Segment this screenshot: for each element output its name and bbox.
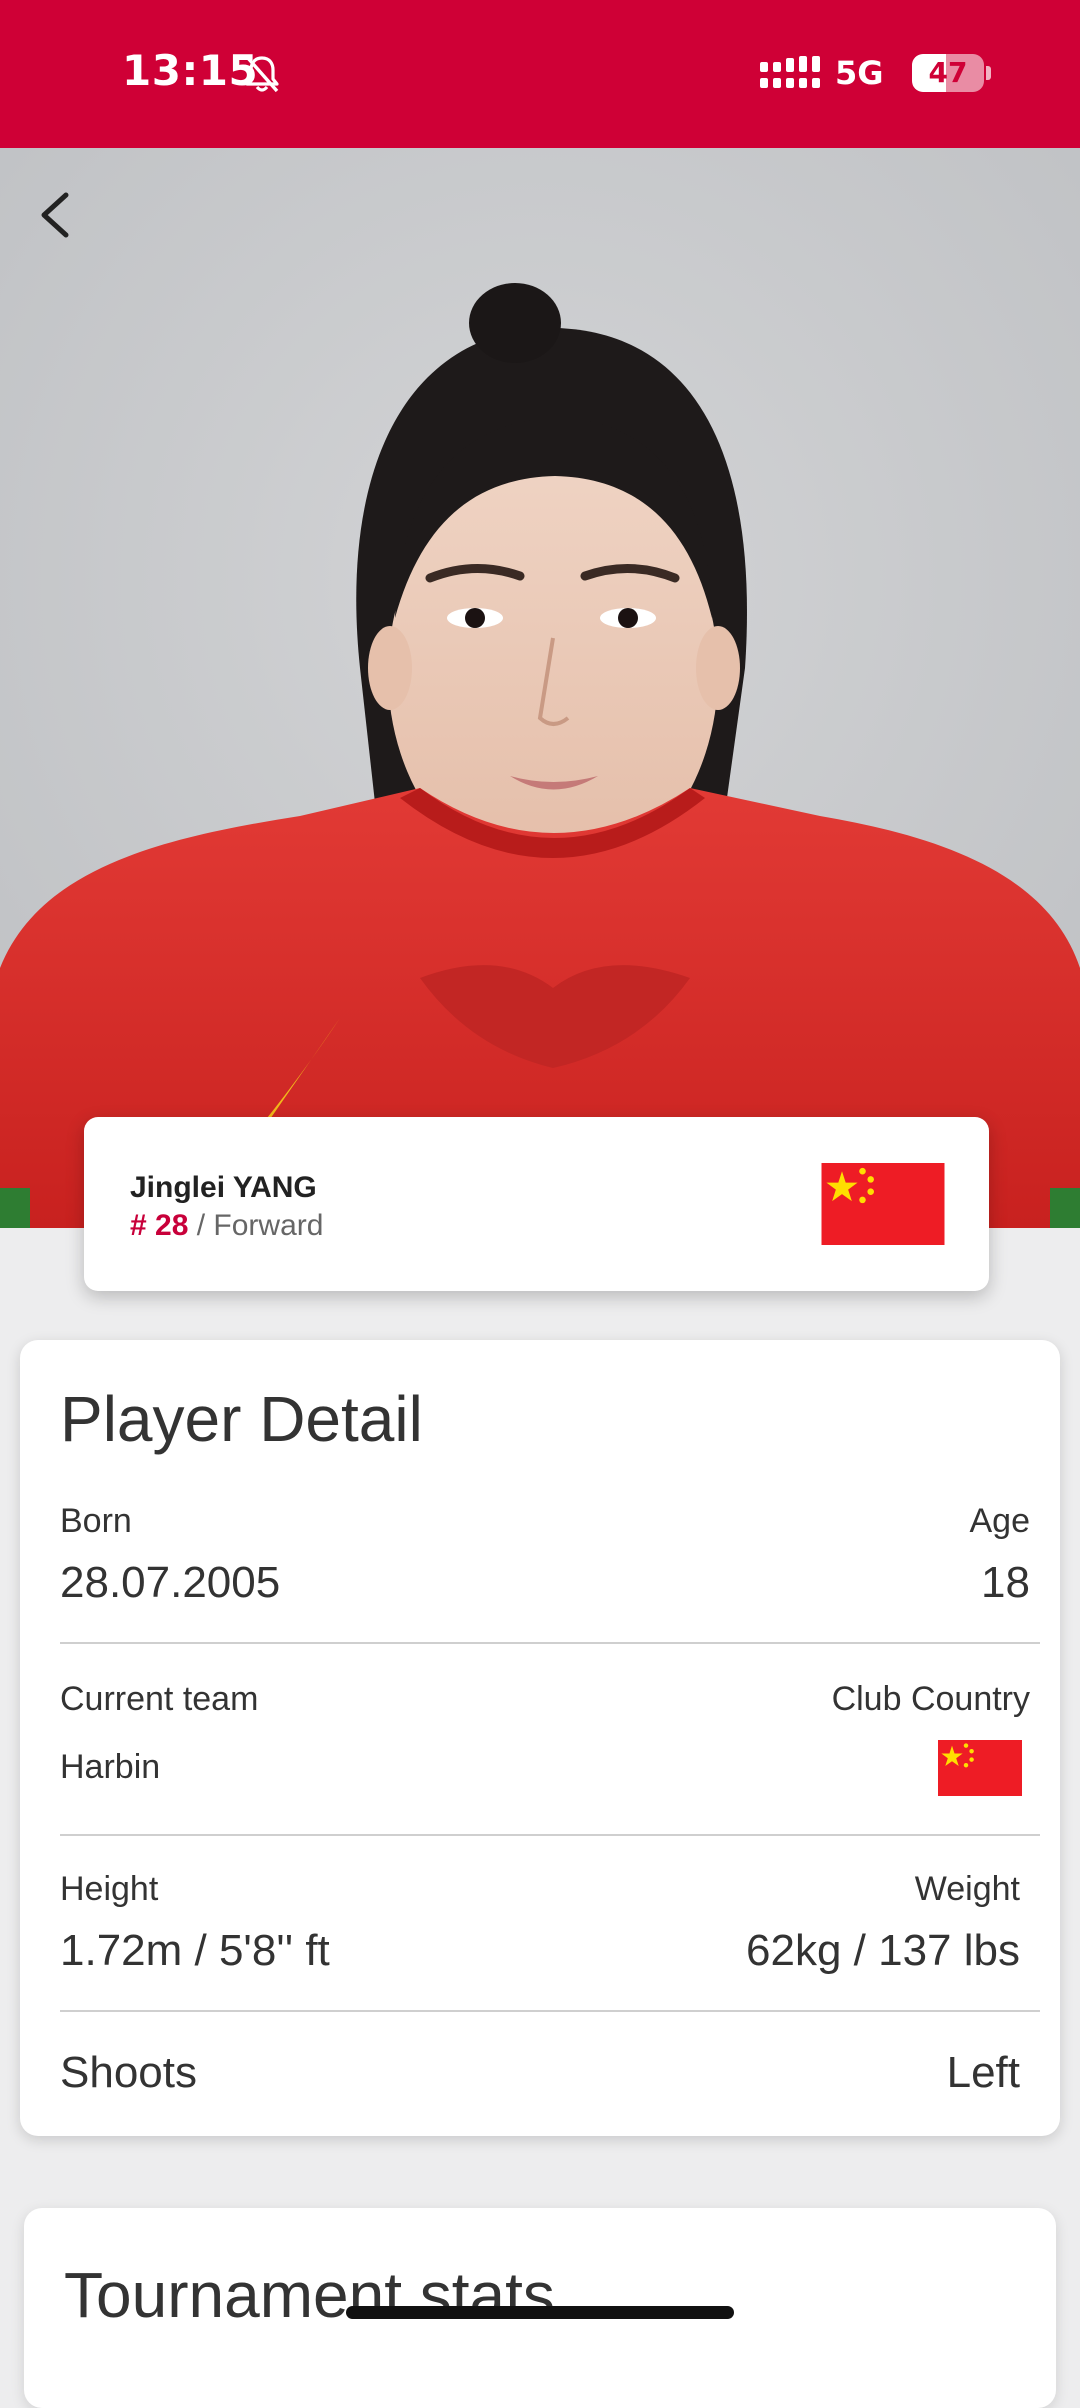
divider <box>60 2010 1040 2012</box>
divider <box>60 1642 1040 1644</box>
bell-muted-icon <box>245 55 279 93</box>
born-label: Born <box>60 1502 132 1540</box>
battery-icon: 47 <box>912 54 991 92</box>
stats-title: Tournament stats <box>64 2259 555 2331</box>
status-bar: 13:15 5G 47 <box>0 0 1080 148</box>
china-flag-icon <box>938 1740 1022 1796</box>
team-value: Harbin <box>60 1748 161 1786</box>
weight-label: Weight <box>914 1870 1020 1908</box>
weight-value: 62kg / 137 lbs <box>746 1926 1020 1975</box>
player-portrait <box>0 148 1080 1228</box>
back-button[interactable] <box>30 185 80 245</box>
player-meta: # 28 / Forward <box>130 1209 323 1243</box>
shoots-label: Shoots <box>60 2048 197 2097</box>
signal-icon <box>760 56 820 88</box>
player-position: Forward <box>213 1209 324 1242</box>
height-label: Height <box>60 1870 159 1908</box>
player-detail-card: Player Detail Born Age 28.07.2005 18 Cur… <box>20 1340 1060 2136</box>
shoots-value: Left <box>946 2048 1020 2097</box>
home-indicator[interactable] <box>346 2306 734 2319</box>
china-flag-icon <box>821 1163 945 1245</box>
born-value: 28.07.2005 <box>60 1558 281 1607</box>
player-separator: / <box>188 1209 214 1242</box>
network-label: 5G <box>835 54 884 92</box>
height-value: 1.72m / 5'8'' ft <box>60 1926 330 1975</box>
player-photo <box>0 148 1080 1228</box>
player-number: # 28 <box>130 1209 189 1242</box>
detail-title: Player Detail <box>60 1383 423 1455</box>
club-country-label: Club Country <box>831 1680 1030 1718</box>
player-name: Jinglei YANG <box>130 1171 317 1204</box>
team-label: Current team <box>60 1680 259 1718</box>
age-label: Age <box>969 1502 1031 1540</box>
divider <box>60 1834 1040 1836</box>
age-value: 18 <box>981 1558 1030 1607</box>
player-card: Jinglei YANG # 28 / Forward <box>84 1117 989 1291</box>
status-time: 13:15 <box>122 46 259 95</box>
battery-level: 47 <box>928 56 968 89</box>
